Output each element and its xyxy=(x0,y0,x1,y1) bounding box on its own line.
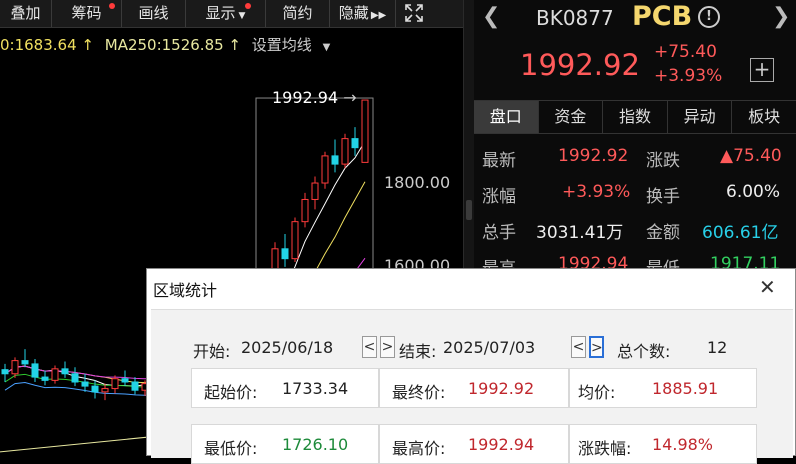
end-date: 2025/07/03 xyxy=(443,338,536,357)
candle-body xyxy=(81,381,89,387)
dialog-title: 区域统计 xyxy=(153,281,218,300)
candle-body xyxy=(291,221,299,260)
candle-body xyxy=(91,385,99,393)
close-icon[interactable]: ✕ xyxy=(759,275,776,299)
stat-change-pct: 涨跌幅: 14.98% xyxy=(569,424,757,464)
sector-code: BK0877 xyxy=(536,6,614,30)
sector-name: PCB xyxy=(632,1,693,32)
chips-button[interactable]: 筹码 xyxy=(52,0,122,27)
count-label: 总个数: xyxy=(617,342,671,361)
candle-body xyxy=(1,369,9,375)
tab-index[interactable]: 指数 xyxy=(603,101,668,133)
candle-body xyxy=(21,360,29,365)
draw-line-button[interactable]: 画线 xyxy=(122,0,186,27)
caret-down-icon: ▼ xyxy=(322,42,331,53)
prev-stock-icon[interactable]: ❮ xyxy=(482,4,500,29)
stat-high-price: 最高价: 1992.94 xyxy=(379,424,569,464)
double-chevron-right-icon: ▶▶ xyxy=(370,10,387,21)
end-next-button[interactable]: > xyxy=(589,336,604,358)
candle-body xyxy=(51,368,59,381)
last-price: 1992.92 xyxy=(520,48,640,82)
display-button[interactable]: 显示 ▼ xyxy=(186,0,266,27)
candle-body xyxy=(351,138,359,149)
overlay-button[interactable]: 叠加 xyxy=(0,0,52,27)
stat-start-price: 起始价: 1733.34 xyxy=(191,368,379,408)
range-stats-dialog: 区域统计 ✕ 开始: 2025/06/18 < > 结束: 2025/07/03… xyxy=(146,268,796,464)
stat-avg-price: 均价: 1885.91 xyxy=(569,368,757,408)
tab-movement[interactable]: 异动 xyxy=(668,101,733,133)
candle-body xyxy=(341,138,349,165)
candle-body xyxy=(41,376,49,381)
candle-body xyxy=(111,378,119,390)
candle-body xyxy=(131,381,139,391)
candle-body xyxy=(321,155,329,184)
ma250-value: MA250:1526.85 ↑ xyxy=(104,36,242,54)
ma-settings-link[interactable]: 设置均线 ▼ xyxy=(252,36,337,54)
candle-body xyxy=(11,360,19,375)
end-label: 结束: xyxy=(399,342,437,361)
change-value: +75.40 xyxy=(654,42,717,62)
notification-dot xyxy=(109,3,115,9)
candle-body xyxy=(101,388,109,393)
info-icon[interactable]: ! xyxy=(698,6,720,28)
simple-button[interactable]: 简约 xyxy=(266,0,330,27)
start-next-button[interactable]: > xyxy=(380,336,395,358)
candle-body xyxy=(311,182,319,200)
caret-down-icon: ▼ xyxy=(238,11,246,21)
ma-legend: 0:1683.64 ↑ MA250:1526.85 ↑ 设置均线 ▼ xyxy=(0,34,342,56)
price-axis-tick: 1800.00 xyxy=(384,173,451,192)
end-prev-button[interactable]: < xyxy=(571,336,586,358)
quote-tabs: 盘口 资金 指数 异动 板块 xyxy=(474,100,796,134)
splitter-handle[interactable] xyxy=(466,200,472,220)
dialog-body: 开始: 2025/06/18 < > 结束: 2025/07/03 < > 总个… xyxy=(151,309,793,464)
count-value: 12 xyxy=(707,338,728,357)
next-stock-icon[interactable]: ❯ xyxy=(772,4,790,29)
quote-row: 涨幅 +3.93% 换手 6.00% xyxy=(482,182,781,207)
tab-orderbook[interactable]: 盘口 xyxy=(474,101,539,133)
start-date: 2025/06/18 xyxy=(241,338,334,357)
chart-toolbar: 叠加 筹码 画线 显示 ▼ 简约 隐藏 ▶▶ xyxy=(0,0,463,28)
candle-body xyxy=(31,363,39,378)
candle-body xyxy=(61,368,69,375)
notification-dot xyxy=(245,3,251,9)
candle-body xyxy=(361,99,369,163)
start-label: 开始: xyxy=(193,342,231,361)
fullscreen-icon[interactable] xyxy=(396,0,432,27)
quote-row: 总手 3031.41万 金额 606.61亿 xyxy=(482,223,779,243)
ma-value-partial: 0:1683.64 ↑ xyxy=(0,36,94,54)
tab-funds[interactable]: 资金 xyxy=(539,101,604,133)
candle-body xyxy=(281,248,289,260)
tab-sector[interactable]: 板块 xyxy=(732,101,796,133)
candle-body xyxy=(71,373,79,383)
candle-body xyxy=(121,378,129,383)
add-watchlist-button[interactable]: + xyxy=(750,58,774,82)
candle-body xyxy=(301,198,309,223)
candle-body xyxy=(331,155,339,165)
start-prev-button[interactable]: < xyxy=(362,336,377,358)
high-price-marker: 1992.94 → xyxy=(272,88,357,107)
quote-row: 最新 1992.92 涨跌 ▲75.40 xyxy=(482,146,782,171)
stat-end-price: 最终价: 1992.92 xyxy=(379,368,569,408)
change-percent: +3.93% xyxy=(654,66,723,86)
stat-low-price: 最低价: 1726.10 xyxy=(191,424,379,464)
hide-button[interactable]: 隐藏 ▶▶ xyxy=(330,0,396,27)
quote-header: ❮ BK0877 PCB ! ❯ 1992.92 +75.40 +3.93% + xyxy=(474,0,796,96)
